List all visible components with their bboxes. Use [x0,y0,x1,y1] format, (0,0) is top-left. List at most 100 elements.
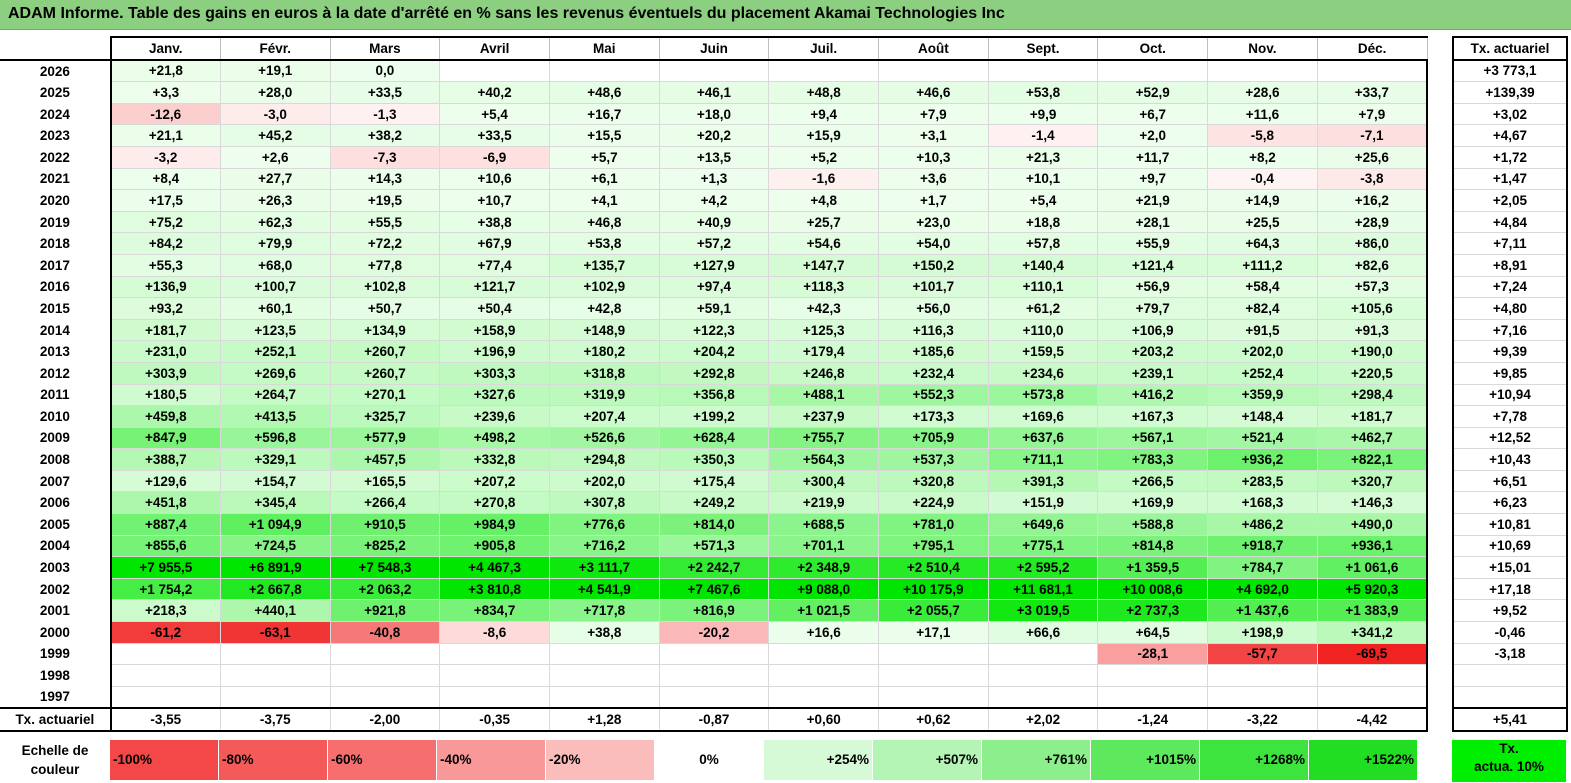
footer-rate-cell: -0,35 [439,707,550,732]
gain-cell: +91,5 [1207,318,1318,342]
gain-cell [548,664,660,687]
color-scale-swatch: +254% [764,740,873,780]
gain-cell: +15,5 [548,124,660,147]
gain-cell: +577,9 [329,426,441,450]
gain-cell: +239,1 [1097,361,1209,385]
gain-cell: +77,8 [329,253,441,277]
gain-cell: +356,8 [658,383,770,407]
side-row: -0,46 [1452,621,1568,644]
month-header: Juin [658,36,770,61]
side-row: +17,18 [1452,577,1568,601]
gain-cell: +711,1 [987,448,1099,471]
color-scale-swatch: +507% [873,740,982,780]
actuarial-rate-cell: +15,01 [1452,556,1568,579]
year-label: 2012 [0,362,112,384]
gain-cell: -3,8 [1316,167,1428,191]
gain-cell: +56,0 [878,297,989,320]
gain-cell: +320,8 [878,469,989,493]
year-label: 1999 [0,643,112,665]
gain-cell: +68,0 [219,253,331,277]
gain-cell: +102,8 [329,275,441,299]
gain-cell: -7,3 [329,145,441,169]
footer-rate-cell: +1,28 [548,707,660,732]
gain-cell: +292,8 [658,361,770,385]
month-header: Mars [329,36,441,61]
report-title: ADAM Informe. Table des gains en euros à… [8,5,1005,22]
actuarial-rate-cell: +10,69 [1452,534,1568,558]
side-row: +3,02 [1452,102,1568,126]
side-row: +2,05 [1452,189,1568,212]
gain-cell: +28,6 [1207,81,1318,104]
gain-cell: +129,6 [110,469,221,493]
table-row: 2023 +21,1 +45,2 +38,2 +33,5 +15,5 +20,2 +15,9 +… [0,124,1428,147]
gain-cell [219,685,331,709]
gain-cell: +10,3 [878,145,989,169]
actuarial-rate-cell: +10,43 [1452,448,1568,471]
actuarial-rate-cell: +12,52 [1452,426,1568,450]
gain-cell: +61,2 [987,297,1099,320]
table-row: 2002 +1 754,2 +2 667,8 +2 063,2 +3 810,8 +4 5… [0,577,1428,601]
table-row: 1999 -28,1 -57,7 -69,5 [0,642,1428,666]
gain-cell: +42,8 [548,297,660,320]
actuarial-rate-column: Tx. actuariel +3 773,1 +139,39 +3,02 +4,67 +1… [1452,36,1568,732]
table-row: 2011 +180,5 +264,7 +270,1 +327,6 +319,9 +356,8… [0,383,1428,407]
gain-cell: +1 754,2 [110,577,221,601]
gain-cell: +165,5 [329,469,441,493]
gain-cell: 0,0 [329,59,441,83]
gain-cell: +2 510,4 [878,556,989,579]
gain-cell: +111,2 [1207,253,1318,277]
gain-cell: +1,7 [878,189,989,212]
table-row: 2003 +7 955,5 +6 891,9 +7 548,3 +4 467,3 +3 1… [0,556,1428,579]
gain-cell [548,685,660,709]
gain-cell: +198,9 [1207,621,1318,644]
color-scale-swatch: -40% [437,740,546,780]
side-row: +7,16 [1452,318,1568,342]
gain-cell: +270,8 [439,491,550,515]
actuarial-rate-cell: +6,51 [1452,469,1568,493]
side-row [1452,685,1568,709]
actuarial-rate-cell: +9,39 [1452,340,1568,363]
color-scale-swatch: +1268% [1200,740,1309,780]
gain-cell: +7 467,6 [658,577,770,601]
gain-cell: +40,9 [658,210,770,234]
gain-cell: +4,1 [548,189,660,212]
gain-cell: +2 055,7 [878,599,989,623]
gain-cell: +488,1 [768,383,879,407]
gain-cell: +54,0 [878,232,989,255]
year-label: 2006 [0,491,112,514]
table-row: 2020 +17,5 +26,3 +19,5 +10,7 +4,1 +4,2 +4,8 +1,7… [0,189,1428,212]
gain-cell: +106,9 [1097,318,1209,342]
gain-cell: +28,0 [219,81,331,104]
gain-cell: +628,4 [658,426,770,450]
gain-cell: +825,2 [329,534,441,558]
gain-cell: +252,1 [219,340,331,363]
side-row: +10,81 [1452,513,1568,536]
actuarial-rate-cell: +4,80 [1452,297,1568,320]
year-label: 2003 [0,556,112,579]
gain-cell: +25,7 [768,210,879,234]
gain-cell: +231,0 [110,340,221,363]
side-row: +10,69 [1452,534,1568,558]
gain-cell: +701,1 [768,534,879,558]
gain-cell: +8,4 [110,167,221,191]
side-footer-row: +5,41 [1452,707,1568,732]
table-row: 2024 -12,6 -3,0 -1,3 +5,4 +16,7 +18,0 +9,4 +7,9 +… [0,102,1428,126]
gain-cell: +459,8 [110,405,221,428]
side-row: -3,18 [1452,642,1568,666]
gain-cell: +77,4 [439,253,550,277]
actuarial-rate-cell: +1,72 [1452,145,1568,169]
gain-cell: +596,8 [219,426,331,450]
gain-cell: +359,9 [1207,383,1318,407]
actuarial-rate-cell: +3 773,1 [1452,59,1568,83]
gain-cell [878,59,989,83]
gain-cell: +199,2 [658,405,770,428]
color-scale-swatch: -100% [110,740,219,780]
gain-cell: +33,5 [329,81,441,104]
gain-cell [1097,664,1209,687]
gain-cell [1207,685,1318,709]
year-label: 1997 [0,686,112,709]
side-row: +6,23 [1452,491,1568,515]
side-row: +7,24 [1452,275,1568,299]
table-row: 1998 [0,664,1428,687]
gain-cell: +135,7 [548,253,660,277]
